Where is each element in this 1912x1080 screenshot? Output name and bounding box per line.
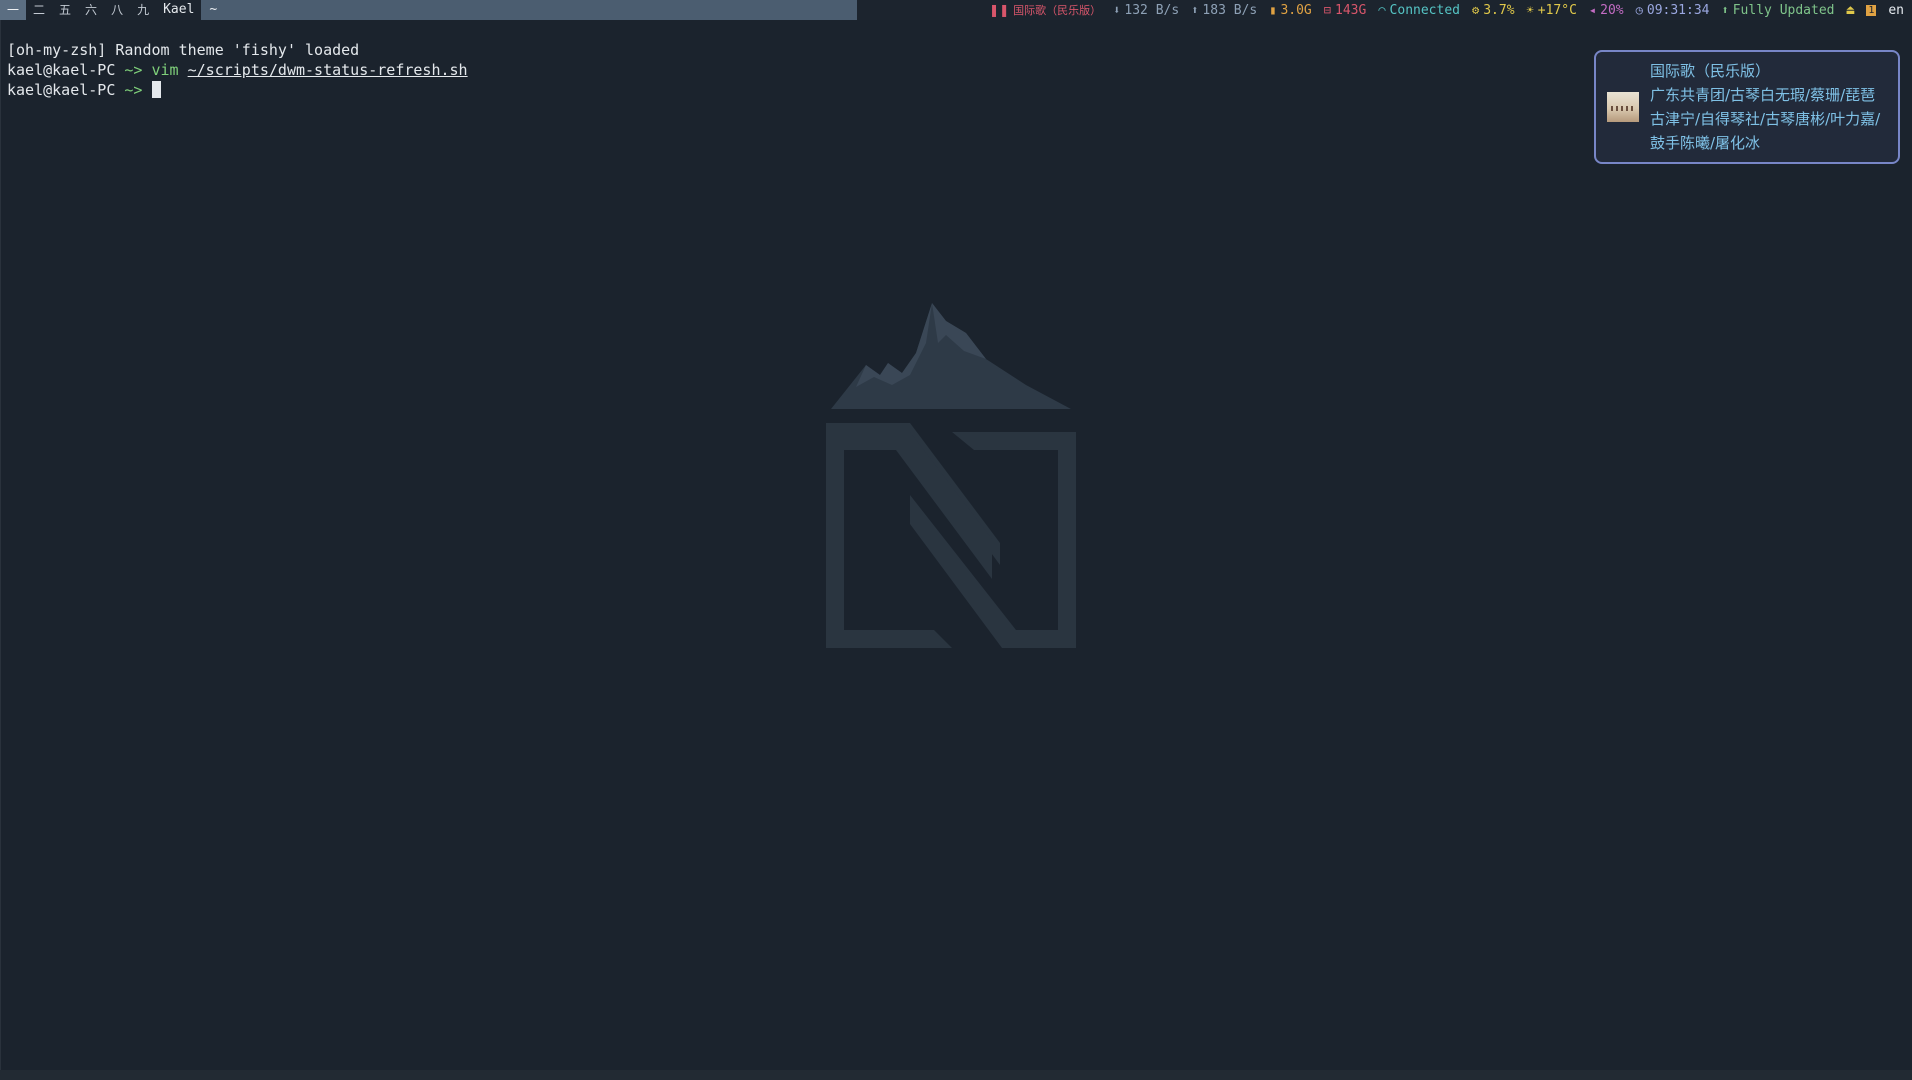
wifi-module[interactable]: ◠ Connected: [1372, 0, 1466, 20]
terminal-output[interactable]: [oh-my-zsh] Random theme 'fishy' loaded …: [7, 40, 468, 100]
clock-icon: ◷: [1635, 3, 1643, 17]
cpu-icon: ⚙: [1472, 3, 1480, 17]
updates-module[interactable]: ⬆ Fully Updated: [1716, 0, 1841, 20]
tag-9[interactable]: 九: [130, 0, 156, 20]
window-title: Kael: [163, 2, 195, 17]
notification-text: 国际歌（民乐版） 广东共青团/古琴白无瑕/蔡珊/琵琶古津宁/自得琴社/古琴唐彬/…: [1650, 59, 1898, 155]
n-letter-icon: [826, 423, 1076, 648]
layout-symbol: ~: [209, 2, 218, 17]
command-name: vim: [151, 61, 179, 79]
active-window-title[interactable]: ~: [201, 0, 858, 20]
sun-icon: ☀: [1526, 3, 1534, 17]
net-down-module: ⬇ 132 B/s: [1107, 0, 1185, 20]
tag-8[interactable]: 八: [104, 0, 130, 20]
memory-module: ▮ 3.0G: [1263, 0, 1318, 20]
workspace-tags: 一 二 五 六 八 九: [0, 0, 156, 20]
net-up-value: 183 B/s: [1202, 2, 1258, 18]
download-icon: ⬇: [1113, 3, 1121, 17]
terminal-line-2: kael@kael-PC ~> vim ~/scripts/dwm-status…: [7, 60, 468, 80]
music-module[interactable]: ❚❚ 国际歌（民乐版）: [983, 0, 1107, 20]
upload-icon: ⬆: [1191, 3, 1199, 17]
keyboard-module: 1: [1860, 0, 1882, 20]
terminal-line-3: kael@kael-PC ~>: [7, 80, 468, 100]
update-icon: ⬆: [1721, 3, 1729, 17]
terminal-cursor: [151, 81, 161, 98]
status-modules: ❚❚ 国际歌（民乐版） ⬇ 132 B/s ⬆ 183 B/s ▮ 3.0G ⊟…: [983, 0, 1912, 20]
mountain-icon: [831, 303, 1071, 409]
eject-icon: ⏏: [1846, 2, 1855, 18]
disk-value: 143G: [1335, 2, 1367, 18]
updates-value: Fully Updated: [1732, 2, 1835, 18]
cpu-value: 3.7%: [1483, 2, 1515, 18]
command-argument[interactable]: ~/scripts/dwm-status-refresh.sh: [188, 61, 468, 79]
wifi-icon: ◠: [1378, 3, 1386, 17]
terminal-line-1: [oh-my-zsh] Random theme 'fishy' loaded: [7, 41, 360, 59]
net-down-value: 132 B/s: [1124, 2, 1180, 18]
clock-value: 09:31:34: [1646, 2, 1710, 18]
memory-icon: ▮: [1269, 3, 1277, 17]
pause-icon: ❚❚: [989, 3, 1010, 17]
prompt-path-current: ~>: [115, 81, 152, 99]
music-notification[interactable]: 国际歌（民乐版） 广东共青团/古琴白无瑕/蔡珊/琵琶古津宁/自得琴社/古琴唐彬/…: [1594, 50, 1900, 164]
clock-module: ◷ 09:31:34: [1630, 0, 1716, 20]
temp-value: +17°C: [1537, 2, 1577, 18]
volume-value: 20%: [1600, 2, 1624, 18]
caps-module: ⏏: [1840, 0, 1860, 20]
disk-module: ⊟ 143G: [1318, 0, 1373, 20]
wallpaper-logo: [826, 303, 1076, 648]
volume-module[interactable]: ◂ 20%: [1583, 0, 1630, 20]
tag-1[interactable]: 一: [0, 0, 27, 20]
language-module[interactable]: en: [1882, 0, 1912, 20]
wifi-value: Connected: [1389, 2, 1460, 18]
prompt-user-current: kael@kael-PC: [7, 81, 116, 99]
prompt-path: ~>: [115, 61, 152, 79]
bottom-border: [0, 1070, 1912, 1080]
net-up-module: ⬆ 183 B/s: [1185, 0, 1263, 20]
weather-module: ☀ +17°C: [1521, 0, 1583, 20]
album-art: [1607, 92, 1639, 122]
keyboard-layout-icon: 1: [1866, 4, 1877, 16]
cpu-module: ⚙ 3.7%: [1466, 0, 1521, 20]
music-title: 国际歌（民乐版）: [1013, 4, 1102, 17]
memory-value: 3.0G: [1280, 2, 1312, 18]
disk-icon: ⊟: [1323, 3, 1331, 17]
window-border: [0, 20, 1, 1070]
notification-title: 国际歌（民乐版）: [1650, 62, 1771, 80]
notification-body: 广东共青团/古琴白无瑕/蔡珊/琵琶古津宁/自得琴社/古琴唐彬/叶力嘉/鼓手陈曦/…: [1650, 86, 1881, 152]
prompt-user: kael@kael-PC: [7, 61, 116, 79]
language-value: en: [1888, 2, 1904, 18]
tag-2[interactable]: 二: [26, 0, 52, 20]
tag-5[interactable]: 五: [52, 0, 78, 20]
tag-6[interactable]: 六: [78, 0, 104, 20]
top-status-bar: 一 二 五 六 八 九 Kael ~ ❚❚ 国际歌（民乐版） ⬇ 132 B/s…: [0, 0, 1912, 20]
speaker-icon: ◂: [1588, 3, 1597, 17]
